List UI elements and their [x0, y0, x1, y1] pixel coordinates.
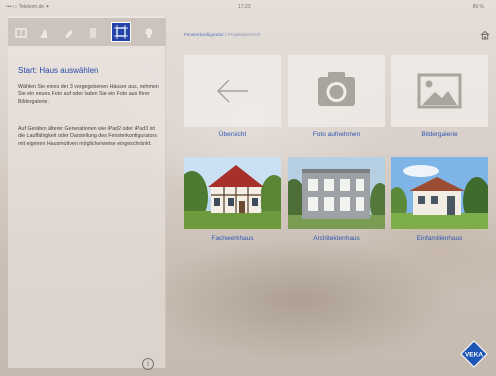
sidebar-paragraph-2: Auf Geräten älterer Generationen wie iPa… [18, 126, 157, 147]
sidebar-title: Start: Haus auswählen [18, 66, 99, 75]
floorplan-icon [15, 28, 27, 38]
window-icon [90, 28, 96, 38]
tool-window[interactable] [84, 24, 102, 42]
back-arrow-icon [217, 79, 248, 103]
carrier-label: •••○○ Telekom.de ✦ [6, 4, 50, 10]
tool-bar [8, 18, 166, 46]
tool-paint[interactable] [60, 24, 78, 42]
tile-take-photo[interactable] [288, 55, 385, 127]
roof-icon [40, 29, 47, 38]
image-gallery-icon [417, 73, 462, 109]
info-icon: i [146, 360, 150, 368]
house-photo-einfamilienhaus[interactable] [391, 157, 488, 229]
fachwerkhaus-image [184, 157, 281, 229]
camera-icon [318, 72, 355, 106]
tile-take-photo-label[interactable]: Foto aufnehmen [288, 131, 385, 138]
tool-roof[interactable] [36, 24, 54, 42]
veka-logo: VEKA [460, 340, 488, 368]
tool-frame[interactable] [111, 22, 131, 42]
tile-gallery-label[interactable]: Bildergalerie [391, 131, 488, 138]
battery-label: 89 % [472, 4, 484, 10]
breadcrumb: Fensterkonfigurator / Projektübersicht [184, 32, 261, 37]
veka-logo-text: VEKA [465, 351, 483, 358]
tile-overview[interactable] [184, 55, 281, 127]
home-icon[interactable] [480, 30, 490, 40]
lightbulb-icon [145, 28, 153, 38]
tile-overview-label[interactable]: Übersicht [184, 131, 281, 138]
breadcrumb-root[interactable]: Fensterkonfigurator [184, 32, 224, 37]
tool-floorplan[interactable] [12, 24, 30, 42]
info-button[interactable]: i [142, 358, 154, 370]
house-architektenhaus-label[interactable]: Architektenhaus [288, 235, 385, 242]
sidebar: Start: Haus auswählen Wählen Sie eines d… [8, 16, 166, 370]
architektenhaus-image [288, 157, 385, 229]
paintbrush-icon [65, 30, 73, 38]
veka-logo-mark: VEKA [460, 340, 488, 368]
breadcrumb-current: Projektübersicht [227, 32, 261, 37]
house-einfamilienhaus-label[interactable]: Einfamilienhaus [391, 235, 488, 242]
sidebar-paragraph-1: Wählen Sie eines der 3 vorgegebenen Häus… [18, 84, 159, 105]
tile-gallery[interactable] [391, 55, 488, 127]
einfamilienhaus-image [391, 157, 488, 229]
house-fachwerkhaus-label[interactable]: Fachwerkhaus [184, 235, 281, 242]
clock: 17:23 [238, 4, 251, 10]
frame-icon [114, 25, 128, 39]
house-photo-fachwerkhaus[interactable] [184, 157, 281, 229]
house-photo-architektenhaus[interactable] [288, 157, 385, 229]
status-bar: •••○○ Telekom.de ✦ 17:23 89 % [0, 0, 496, 14]
tool-light[interactable] [140, 24, 158, 42]
